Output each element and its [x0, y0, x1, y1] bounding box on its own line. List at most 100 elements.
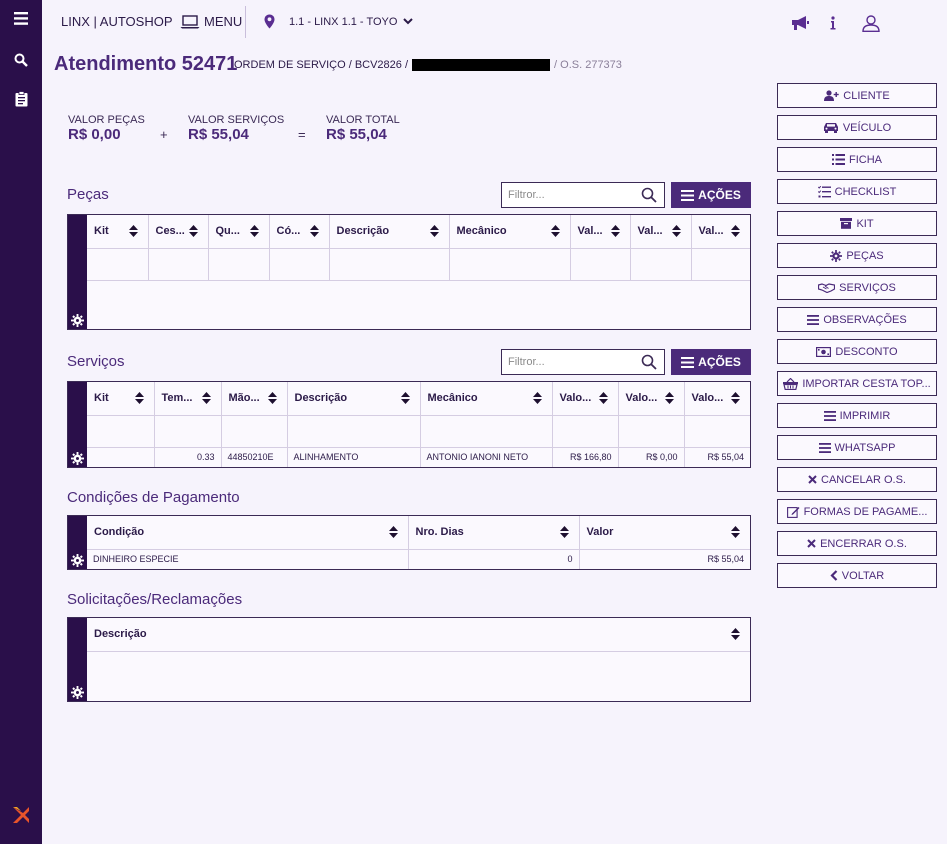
pecas-filter-input[interactable] — [502, 183, 632, 207]
veiculo-button[interactable]: VEÍCULO — [777, 115, 937, 140]
cliente-button[interactable]: CLIENTE — [777, 83, 937, 108]
search-icon[interactable] — [641, 187, 657, 203]
filter-cell[interactable] — [87, 415, 155, 448]
info-icon[interactable] — [822, 12, 844, 34]
servicos-table: Kit Tem... Mão... Descrição Mecânico Val… — [87, 382, 750, 467]
gear-icon[interactable] — [71, 686, 84, 699]
clipboard-icon[interactable] — [0, 85, 42, 113]
column-header[interactable]: Mecânico — [420, 382, 553, 416]
user-icon[interactable] — [860, 12, 882, 34]
column-header[interactable]: Condição — [87, 516, 409, 550]
column-header[interactable]: Val... — [630, 215, 692, 249]
pecas-filter — [501, 182, 665, 208]
whatsapp-button[interactable]: WHATSAPP — [777, 435, 937, 460]
location-selector[interactable]: 1.1 - LINX 1.1 - TOYO — [264, 14, 414, 29]
encerrar-os-button[interactable]: ENCERRAR O.S. — [777, 531, 937, 556]
sort-icon — [267, 392, 277, 404]
kit-button[interactable]: KIT — [777, 211, 937, 236]
pecas-table: Kit Ces... Qu... Có... Descrição Mecânic… — [87, 215, 750, 281]
column-header[interactable]: Ces... — [148, 215, 209, 249]
column-header[interactable]: Mecânico — [449, 215, 571, 249]
servicos-filter-input[interactable] — [502, 350, 632, 374]
gear-icon[interactable] — [71, 452, 84, 465]
search-icon[interactable] — [0, 46, 42, 74]
column-header[interactable]: Descrição — [287, 382, 421, 416]
table-row[interactable]: DINHEIRO ESPECIE 0 R$ 55,04 — [87, 549, 750, 569]
sort-icon — [731, 392, 740, 404]
pagamento-grid: Condição Nro. Dias Valor DINHEIRO ESPECI… — [67, 515, 751, 570]
cell-valor: R$ 55,04 — [707, 452, 744, 463]
column-header[interactable]: Valo... — [618, 382, 685, 416]
imprimir-button[interactable]: IMPRIMIR — [777, 403, 937, 428]
search-icon[interactable] — [641, 354, 657, 370]
pecas-acoes-button[interactable]: AÇÕES — [671, 182, 751, 208]
filter-cell[interactable] — [221, 415, 288, 448]
column-header[interactable]: Valo... — [684, 382, 750, 416]
column-header[interactable]: Nro. Dias — [408, 516, 580, 550]
column-header[interactable]: Descrição — [87, 618, 750, 652]
filter-cell[interactable] — [269, 248, 330, 281]
filter-cell[interactable] — [684, 415, 750, 448]
filter-cell[interactable] — [570, 248, 631, 281]
filter-cell[interactable] — [552, 415, 619, 448]
handshake-icon — [818, 282, 836, 293]
importar-cesta-button[interactable]: IMPORTAR CESTA TOP... — [777, 371, 937, 396]
sort-icon — [188, 225, 198, 237]
filter-cell[interactable] — [420, 415, 553, 448]
filter-cell[interactable] — [329, 248, 450, 281]
sort-icon — [134, 392, 144, 404]
column-header[interactable]: Tem... — [154, 382, 222, 416]
os-breadcrumb: ORDEM DE SERVIÇO / BCV2826 / — [234, 59, 409, 71]
column-header[interactable]: Kit — [87, 382, 155, 416]
filter-cell[interactable] — [208, 248, 270, 281]
filter-row — [87, 248, 750, 281]
voltar-button[interactable]: VOLTAR — [777, 563, 937, 588]
checklist-button[interactable]: CHECKLIST — [777, 179, 937, 204]
desconto-button[interactable]: DESCONTO — [777, 339, 937, 364]
stack-menu-icon[interactable] — [0, 4, 42, 32]
solicitacoes-grid: Descrição — [67, 617, 751, 702]
solicitacoes-table: Descrição — [87, 618, 750, 652]
ficha-button[interactable]: FICHA — [777, 147, 937, 172]
filter-cell[interactable] — [691, 248, 750, 281]
laptop-icon — [180, 14, 200, 28]
megaphone-icon[interactable] — [789, 12, 811, 34]
filter-cell[interactable] — [148, 248, 209, 281]
bars-icon — [681, 356, 695, 368]
sort-icon — [598, 392, 608, 404]
pecas-title: Peças — [67, 186, 109, 203]
filter-cell[interactable] — [630, 248, 692, 281]
column-header[interactable]: Descrição — [329, 215, 450, 249]
menu-button[interactable]: MENU — [180, 14, 242, 29]
servicos-grid: Kit Tem... Mão... Descrição Mecânico Val… — [67, 381, 751, 468]
checklist-icon — [817, 185, 831, 197]
pagamento-title: Condições de Pagamento — [67, 489, 240, 506]
bars-icon — [681, 189, 695, 201]
filter-cell[interactable] — [618, 415, 685, 448]
grid-gutter — [68, 516, 87, 569]
sort-icon — [249, 225, 259, 237]
grid-gutter — [68, 215, 87, 329]
column-header[interactable]: Có... — [269, 215, 330, 249]
pecas-button[interactable]: PEÇAS — [777, 243, 937, 268]
filter-cell[interactable] — [154, 415, 222, 448]
column-header[interactable]: Valo... — [552, 382, 619, 416]
gear-icon[interactable] — [71, 554, 84, 567]
filter-cell[interactable] — [449, 248, 571, 281]
table-row[interactable]: 0.33 44850210E ALINHAMENTO ANTONIO IANON… — [87, 447, 750, 467]
column-header[interactable]: Mão... — [221, 382, 288, 416]
observacoes-button[interactable]: OBSERVAÇÕES — [777, 307, 937, 332]
servicos-acoes-button[interactable]: AÇÕES — [671, 349, 751, 375]
column-header[interactable]: Val... — [570, 215, 631, 249]
column-header[interactable]: Val... — [691, 215, 750, 249]
servicos-button[interactable]: SERVIÇOS — [777, 275, 937, 300]
column-header[interactable]: Valor — [579, 516, 750, 550]
column-header[interactable]: Kit — [87, 215, 149, 249]
gear-icon[interactable] — [71, 314, 84, 327]
filter-cell[interactable] — [87, 248, 149, 281]
column-header[interactable]: Qu... — [208, 215, 270, 249]
filter-cell[interactable] — [287, 415, 421, 448]
formas-pagamento-button[interactable]: FORMAS DE PAGAME... — [777, 499, 937, 524]
sort-icon — [671, 225, 681, 237]
cancelar-os-button[interactable]: CANCELAR O.S. — [777, 467, 937, 492]
